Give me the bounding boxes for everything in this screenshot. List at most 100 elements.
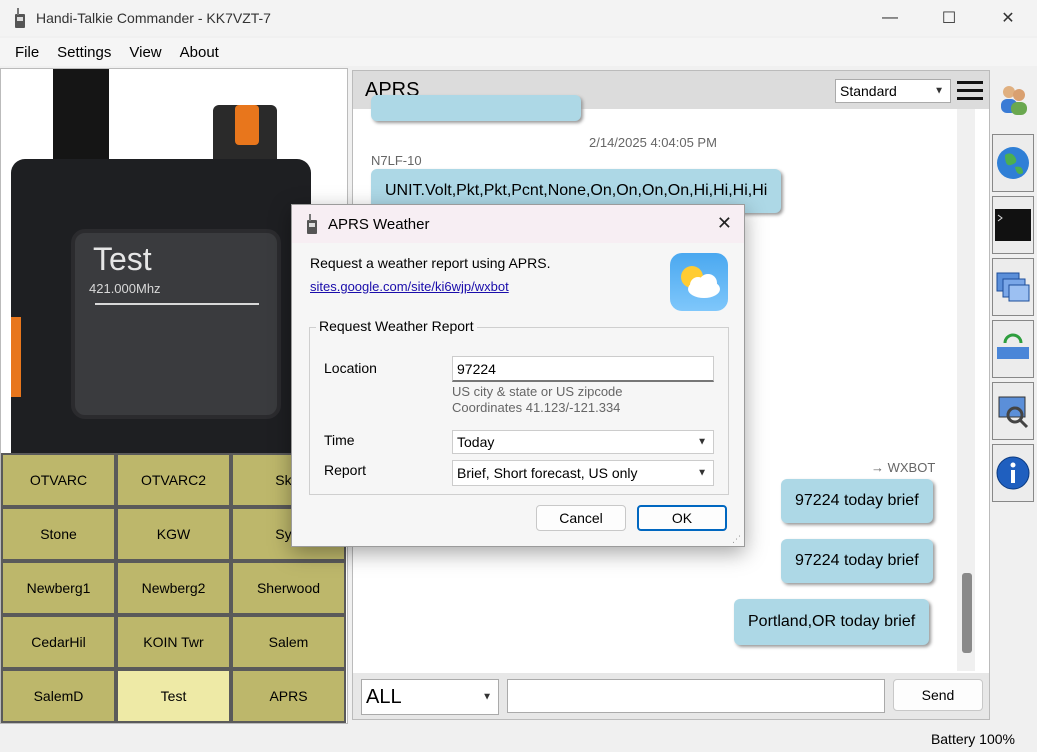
chevron-down-icon: ▼ bbox=[482, 691, 492, 703]
menu-bar: File Settings View About bbox=[0, 38, 1037, 66]
ok-button[interactable]: OK bbox=[637, 505, 727, 531]
channel-label: OTVARC2 bbox=[140, 472, 207, 488]
view-mode-select[interactable]: Standard ▼ bbox=[835, 79, 951, 103]
report-select[interactable]: Brief, Short forecast, US only ▼ bbox=[452, 460, 714, 486]
message-timestamp: 2/14/2025 4:04:05 PM bbox=[589, 135, 717, 150]
aprs-footer: ALL ▼ Send bbox=[353, 673, 989, 719]
channel-button-salem[interactable]: Salem bbox=[231, 615, 346, 669]
channel-label: Test bbox=[160, 688, 187, 704]
menu-view[interactable]: View bbox=[120, 44, 170, 61]
radio-channel-label: Test bbox=[93, 241, 152, 277]
radio-app-icon bbox=[15, 8, 25, 28]
channel-label: SalemD bbox=[33, 688, 84, 704]
close-icon[interactable]: ✕ bbox=[717, 213, 732, 234]
channel-button-koin-twr[interactable]: KOIN Twr bbox=[116, 615, 231, 669]
channel-button-test[interactable]: Test bbox=[116, 669, 231, 723]
location-label: Location bbox=[324, 360, 377, 376]
dialog-title-bar: APRS Weather ✕ bbox=[292, 205, 744, 243]
channel-button-aprs[interactable]: APRS bbox=[231, 669, 346, 723]
search-monitor-button[interactable] bbox=[992, 382, 1034, 440]
message-sender: N7LF-10 bbox=[371, 153, 422, 168]
chevron-down-icon: ▼ bbox=[697, 467, 707, 479]
globe-button[interactable] bbox=[992, 134, 1034, 192]
right-toolbar bbox=[990, 70, 1037, 720]
outgoing-message-text: 97224 today brief bbox=[795, 552, 919, 569]
cancel-button[interactable]: Cancel bbox=[536, 505, 626, 531]
coordinates-hint: Coordinates 41.123/-121.334 bbox=[452, 400, 621, 415]
channel-filter-value: ALL bbox=[366, 685, 402, 708]
report-value: Brief, Short forecast, US only bbox=[457, 465, 638, 481]
time-label: Time bbox=[324, 432, 355, 448]
minimize-button[interactable]: — bbox=[861, 0, 919, 36]
time-select[interactable]: Today ▼ bbox=[452, 430, 714, 454]
channel-button-newberg1[interactable]: Newberg1 bbox=[1, 561, 116, 615]
radio-knob[interactable] bbox=[213, 105, 277, 165]
send-button[interactable]: Send bbox=[893, 679, 983, 711]
window-title: Handi-Talkie Commander - KK7VZT-7 bbox=[36, 10, 271, 26]
menu-file[interactable]: File bbox=[6, 44, 48, 61]
terminal-button[interactable] bbox=[992, 196, 1034, 254]
menu-about[interactable]: About bbox=[171, 44, 228, 61]
terminal-icon bbox=[995, 209, 1031, 241]
message-recipient: → WXBOT bbox=[871, 460, 936, 475]
channel-button-sherwood[interactable]: Sherwood bbox=[231, 561, 346, 615]
hamburger-menu-icon[interactable] bbox=[957, 81, 983, 101]
outgoing-message-text: 97224 today brief bbox=[795, 492, 919, 509]
status-bar: Battery 100% bbox=[0, 726, 1037, 752]
weather-icon bbox=[670, 253, 728, 311]
channel-button-otvarc[interactable]: OTVARC bbox=[1, 453, 116, 507]
outgoing-message-text: Portland,OR today brief bbox=[748, 613, 916, 630]
channel-button-cedarhil[interactable]: CedarHil bbox=[1, 615, 116, 669]
channel-label: Newberg1 bbox=[26, 580, 91, 596]
radio-screen: Test 421.000Mhz bbox=[71, 229, 281, 419]
send-label: Send bbox=[921, 687, 955, 703]
info-button[interactable] bbox=[992, 444, 1034, 502]
message-input[interactable] bbox=[507, 679, 885, 713]
info-icon bbox=[996, 456, 1030, 490]
battery-status: Battery 100% bbox=[930, 731, 1015, 747]
maximize-button[interactable]: ☐ bbox=[920, 0, 978, 36]
scrollbar-thumb[interactable] bbox=[962, 573, 972, 653]
outgoing-message-bubble: 97224 today brief bbox=[781, 479, 933, 523]
message-bubble-partial bbox=[371, 95, 581, 121]
windows-button[interactable] bbox=[992, 258, 1034, 316]
group-title: Request Weather Report bbox=[316, 318, 477, 334]
close-window-button[interactable]: ✕ bbox=[979, 0, 1037, 36]
location-hint: US city & state or US zipcode bbox=[452, 384, 623, 399]
view-mode-value: Standard bbox=[840, 83, 897, 99]
channel-button-stone[interactable]: Stone bbox=[1, 507, 116, 561]
globe-icon bbox=[997, 147, 1029, 179]
outgoing-message-bubble: Portland,OR today brief bbox=[734, 599, 930, 645]
channel-label: CedarHil bbox=[31, 634, 86, 650]
channel-button-newberg2[interactable]: Newberg2 bbox=[116, 561, 231, 615]
menu-settings[interactable]: Settings bbox=[48, 44, 120, 61]
channel-label: KOIN Twr bbox=[143, 634, 204, 650]
users-button[interactable] bbox=[992, 70, 1034, 128]
channel-label: Sherwood bbox=[256, 580, 321, 596]
network-refresh-icon bbox=[997, 333, 1029, 359]
minimize-icon: — bbox=[882, 9, 898, 26]
message-scrollbar[interactable] bbox=[957, 109, 975, 671]
chevron-down-icon: ▼ bbox=[697, 436, 707, 448]
windows-icon bbox=[996, 272, 1030, 302]
time-value: Today bbox=[457, 434, 495, 450]
ptt-button[interactable] bbox=[11, 317, 21, 397]
channel-button-salemd[interactable]: SalemD bbox=[1, 669, 116, 723]
maximize-icon: ☐ bbox=[941, 10, 957, 27]
channel-label: Newberg2 bbox=[141, 580, 206, 596]
channel-button-kgw[interactable]: KGW bbox=[116, 507, 231, 561]
channel-label: Salem bbox=[268, 634, 309, 650]
location-field[interactable]: 97224 bbox=[452, 356, 714, 382]
network-refresh-button[interactable] bbox=[992, 320, 1034, 378]
wxbot-link[interactable]: sites.google.com/site/ki6wjp/wxbot bbox=[310, 279, 509, 294]
radio-frequency: 421.000Mhz bbox=[89, 281, 161, 296]
users-icon bbox=[1001, 86, 1027, 115]
channel-button-otvarc2[interactable]: OTVARC2 bbox=[116, 453, 231, 507]
ok-label: OK bbox=[671, 510, 693, 526]
radio-screen-divider bbox=[95, 303, 259, 305]
request-weather-group: Request Weather Report Location 97224 US… bbox=[309, 318, 729, 495]
channel-filter-select[interactable]: ALL ▼ bbox=[361, 679, 499, 715]
dialog-description: Request a weather report using APRS. bbox=[310, 255, 551, 271]
resize-grip-icon[interactable]: ⋰ bbox=[732, 534, 741, 545]
radio-app-icon bbox=[307, 214, 317, 234]
